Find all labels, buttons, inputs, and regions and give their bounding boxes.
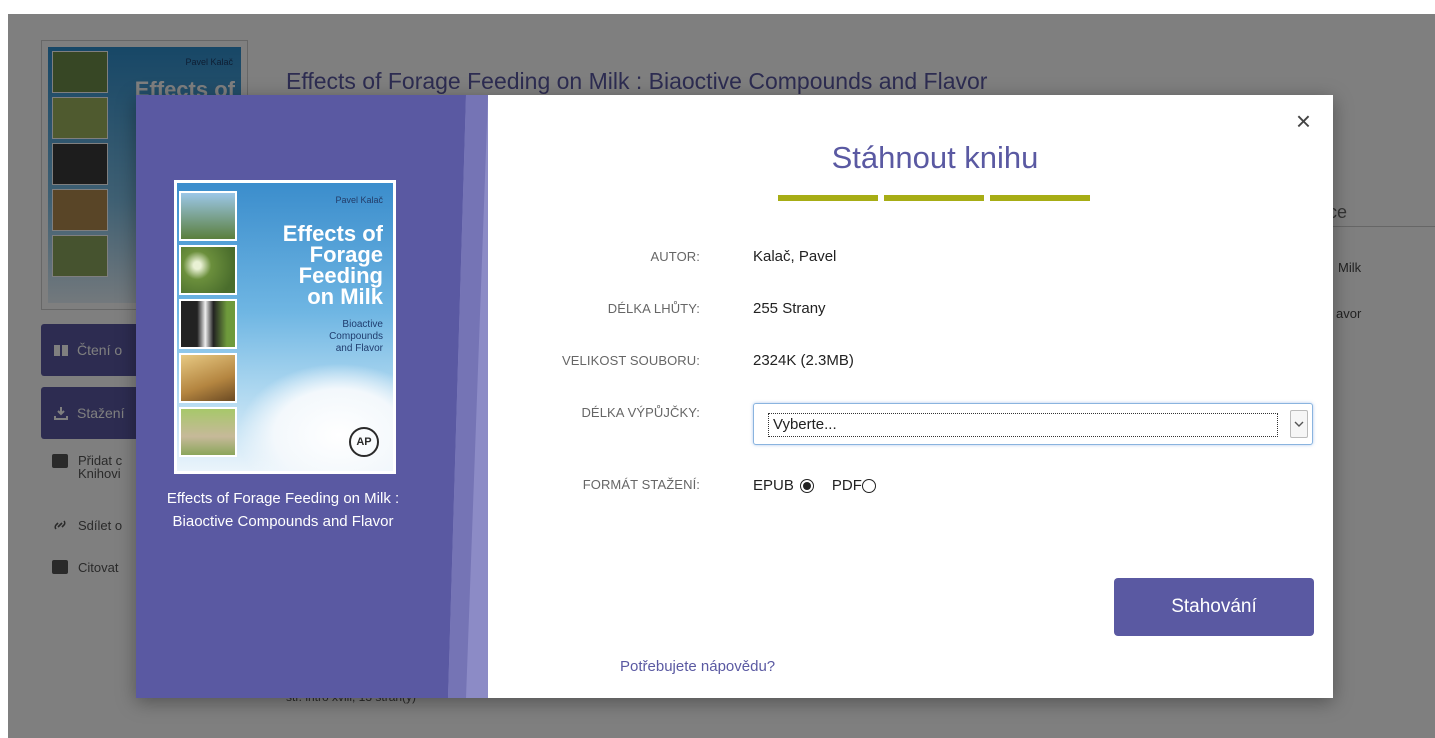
cover-subtitle-line2: Compounds: [329, 331, 383, 342]
cover-title-line2: Forage: [309, 242, 383, 267]
cover-title-line3: Feeding: [298, 263, 383, 288]
length-value: 255 Strany: [753, 300, 826, 317]
author-row: AUTOR: Kalač, Pavel: [518, 248, 1318, 273]
close-icon[interactable]: ×: [1296, 108, 1311, 134]
cover-subtitle-line1: Bioactive: [342, 319, 383, 330]
file-size-label: VELIKOST SOUBORU:: [562, 353, 700, 368]
title-underline-bars: [778, 195, 1090, 201]
publisher-logo-icon: AP: [349, 427, 379, 457]
help-link[interactable]: Potřebujete nápovědu?: [620, 658, 775, 675]
cover-subtitle: Bioactive Compounds and Flavor: [329, 319, 383, 355]
cover-title-line4: on Milk: [307, 284, 383, 309]
format-epub-label[interactable]: EPUB: [753, 477, 794, 494]
cover-photo-cow: [179, 299, 237, 349]
format-epub-radio[interactable]: [799, 478, 814, 493]
loan-length-label: DÉLKA VÝPŮJČKY:: [581, 405, 700, 420]
cover-title-line1: Effects of: [282, 221, 383, 246]
modal-left-panel: Pavel Kalač Effects of Forage Feeding on…: [136, 95, 518, 698]
download-book-dialog: Pavel Kalač Effects of Forage Feeding on…: [136, 95, 1333, 698]
book-caption: Effects of Forage Feeding on Milk : Biao…: [166, 490, 400, 530]
length-label: DÉLKA LHŮTY:: [607, 301, 700, 316]
chevron-down-icon[interactable]: [1290, 410, 1308, 438]
file-size-row: VELIKOST SOUBORU: 2324K (2.3MB): [518, 352, 1318, 377]
underline-bar: [884, 195, 984, 201]
cover-photo-sheep-grazing: [179, 407, 237, 457]
file-size-value: 2324K (2.3MB): [753, 352, 854, 369]
author-value: Kalač, Pavel: [753, 248, 837, 265]
loan-length-select[interactable]: Vyberte...: [753, 403, 1313, 445]
cover-title: Effects of Forage Feeding on Milk: [282, 221, 383, 309]
author-label: AUTOR:: [650, 249, 700, 264]
cover-author: Pavel Kalač: [335, 195, 383, 205]
download-button[interactable]: Stahování: [1114, 578, 1314, 636]
cover-photo-clover: [179, 245, 237, 295]
book-cover: Pavel Kalač Effects of Forage Feeding on…: [174, 180, 396, 474]
underline-bar: [990, 195, 1090, 201]
format-options: EPUB PDF: [753, 477, 888, 494]
loan-length-selected-value: Vyberte...: [768, 413, 1278, 437]
length-row: DÉLKA LHŮTY: 255 Strany: [518, 300, 1318, 325]
cover-subtitle-line3: and Flavor: [335, 343, 383, 354]
cover-photo-sheep: [179, 191, 237, 241]
format-pdf-radio[interactable]: [861, 478, 876, 493]
cover-photo-cheese: [179, 353, 237, 403]
format-label: FORMÁT STAŽENÍ:: [582, 477, 700, 492]
underline-bar: [778, 195, 878, 201]
dialog-title: Stáhnout knihu: [831, 140, 1039, 175]
format-row: FORMÁT STAŽENÍ:: [518, 477, 1318, 501]
format-pdf-label[interactable]: PDF: [832, 477, 862, 494]
